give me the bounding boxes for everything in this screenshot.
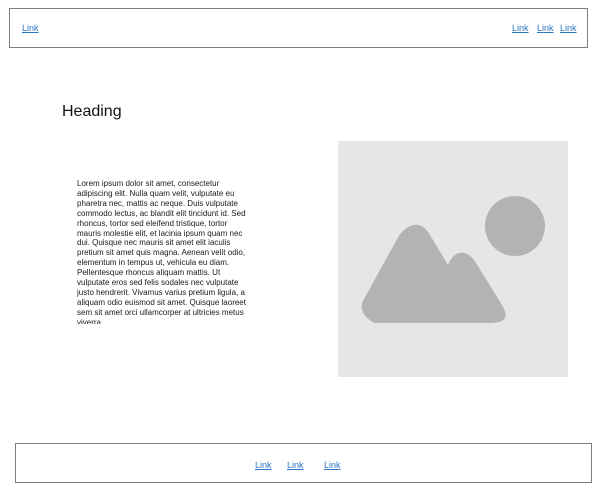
body-paragraph: Lorem ipsum dolor sit amet, consectetur … bbox=[77, 179, 246, 324]
header-link-right-3[interactable]: Link bbox=[560, 23, 577, 33]
footer-link-3[interactable]: Link bbox=[324, 460, 341, 470]
header-link-right-1[interactable]: Link bbox=[512, 23, 529, 33]
image-placeholder-icon bbox=[361, 196, 545, 323]
header-nav: Link Link Link Link bbox=[9, 8, 588, 48]
footer-nav: Link Link Link bbox=[15, 443, 592, 483]
image-placeholder bbox=[338, 141, 568, 377]
header-link-right-2[interactable]: Link bbox=[537, 23, 554, 33]
sun-shape bbox=[485, 196, 545, 256]
page-heading: Heading bbox=[62, 103, 122, 120]
page: Link Link Link Link Heading Lorem ipsum … bbox=[0, 0, 598, 489]
footer-link-1[interactable]: Link bbox=[255, 460, 272, 470]
footer-link-2[interactable]: Link bbox=[287, 460, 304, 470]
header-link-left[interactable]: Link bbox=[22, 23, 39, 33]
mountain-shape bbox=[361, 224, 506, 323]
